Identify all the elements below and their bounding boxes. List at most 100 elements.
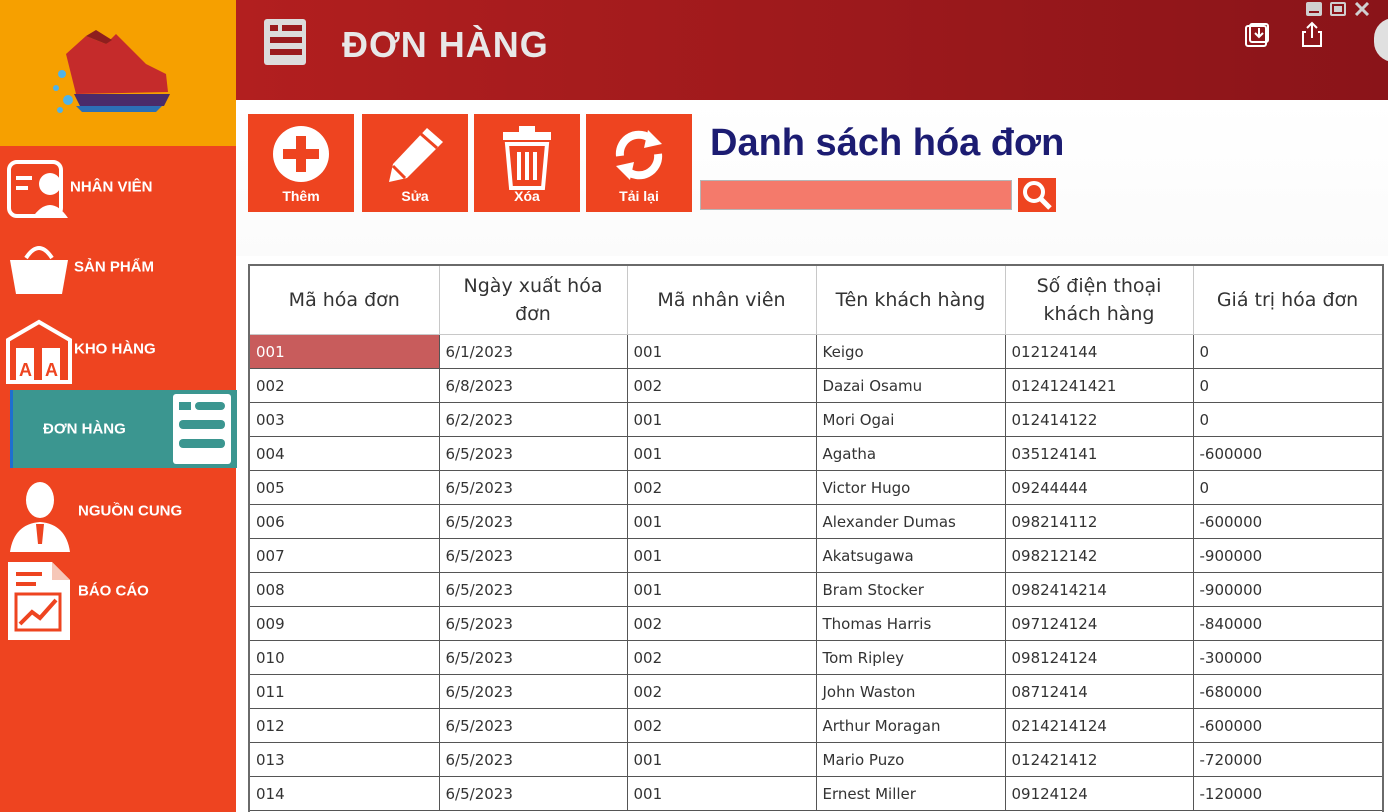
delete-button[interactable]: Xóa [474,114,580,212]
table-row[interactable]: 008 6/5/2023 001 Bram Stocker 0982414214 -900… [250,572,1382,607]
table-cell[interactable]: 6/5/2023 [439,436,628,471]
table-cell[interactable]: Ernest Miller [816,776,1006,811]
table-cell[interactable]: 0214214124 [1005,708,1194,743]
table-cell[interactable]: 001 [627,776,817,811]
table-cell[interactable]: Mario Puzo [816,742,1006,777]
table-cell[interactable]: Bram Stocker [816,572,1006,607]
minimize-icon[interactable] [1306,2,1322,16]
table-cell[interactable]: 09244444 [1005,470,1194,505]
table-row[interactable]: 005 6/5/2023 002 Victor Hugo 09244444 0 [250,470,1382,505]
table-cell[interactable]: 003 [250,402,440,437]
share-icon[interactable] [1300,20,1324,48]
table-cell[interactable]: -840000 [1193,606,1382,641]
table-cell[interactable]: 005 [250,470,440,505]
table-cell[interactable]: 6/5/2023 [439,742,628,777]
table-cell[interactable]: 001 [627,436,817,471]
table-cell[interactable]: 001 [627,538,817,573]
table-cell[interactable]: 0 [1193,368,1382,403]
table-cell[interactable]: 6/1/2023 [439,334,628,369]
table-cell[interactable]: 007 [250,538,440,573]
close-icon[interactable] [1354,2,1370,16]
table-cell[interactable]: John Waston [816,674,1006,709]
table-cell[interactable]: 097124124 [1005,606,1194,641]
table-cell[interactable]: 6/5/2023 [439,572,628,607]
sidebar-item-nguon-cung[interactable]: NGUỒN CUNG [0,472,236,552]
sidebar-item-bao-cao[interactable]: BÁO CÁO [0,552,236,640]
column-header[interactable]: Tên khách hàng [816,266,1006,335]
table-cell[interactable]: 035124141 [1005,436,1194,471]
table-cell[interactable]: 6/2/2023 [439,402,628,437]
table-cell[interactable]: 012124144 [1005,334,1194,369]
maximize-icon[interactable] [1330,2,1346,16]
table-cell[interactable]: 0982414214 [1005,572,1194,607]
table-cell[interactable]: 001 [627,572,817,607]
table-cell[interactable]: 001 [627,742,817,777]
sidebar-item-san-pham[interactable]: SẢN PHẨM [0,228,236,306]
table-row[interactable]: 009 6/5/2023 002 Thomas Harris 097124124 -840… [250,606,1382,641]
table-row[interactable]: 014 6/5/2023 001 Ernest Miller 09124124 -1200… [250,776,1382,811]
sidebar-item-nhan-vien[interactable]: NHÂN VIÊN [0,148,236,226]
table-row[interactable]: 010 6/5/2023 002 Tom Ripley 098124124 -300000 [250,640,1382,675]
table-row[interactable]: 011 6/5/2023 002 John Waston 08712414 -680000 [250,674,1382,709]
table-row[interactable]: 013 6/5/2023 001 Mario Puzo 012421412 -720000 [250,742,1382,777]
table-cell[interactable]: 002 [627,368,817,403]
table-cell[interactable]: 006 [250,504,440,539]
table-cell[interactable]: 011 [250,674,440,709]
table-cell[interactable]: -900000 [1193,572,1382,607]
table-cell[interactable]: 6/5/2023 [439,470,628,505]
table-cell[interactable]: 014 [250,776,440,811]
table-cell[interactable]: 6/8/2023 [439,368,628,403]
table-row[interactable]: 004 6/5/2023 001 Agatha 035124141 -600000 [250,436,1382,471]
table-cell[interactable]: Dazai Osamu [816,368,1006,403]
table-cell[interactable]: 098214112 [1005,504,1194,539]
table-cell[interactable]: 012 [250,708,440,743]
table-row[interactable]: 006 6/5/2023 001 Alexander Dumas 098214112 -6… [250,504,1382,539]
sidebar-item-kho-hang[interactable]: A A KHO HÀNG [0,310,236,388]
table-cell[interactable]: -720000 [1193,742,1382,777]
table-cell[interactable]: 001 [627,504,817,539]
column-header[interactable]: Số điện thoại khách hàng [1005,266,1194,335]
table-cell[interactable]: Arthur Moragan [816,708,1006,743]
table-cell[interactable]: 008 [250,572,440,607]
table-cell[interactable]: 001 [627,334,817,369]
table-cell[interactable]: 002 [627,640,817,675]
table-cell[interactable]: 08712414 [1005,674,1194,709]
window-edge-button[interactable] [1374,18,1388,62]
table-cell[interactable]: 01241241421 [1005,368,1194,403]
search-button[interactable] [1018,178,1056,212]
table-cell[interactable]: 6/5/2023 [439,776,628,811]
table-cell[interactable]: Keigo [816,334,1006,369]
table-cell[interactable]: 6/5/2023 [439,640,628,675]
table-row[interactable]: 001 6/1/2023 001 Keigo 012124144 0 [250,334,1382,369]
table-cell[interactable]: 6/5/2023 [439,504,628,539]
table-cell[interactable]: 009 [250,606,440,641]
table-cell[interactable]: 001 [250,334,440,369]
table-cell[interactable]: Tom Ripley [816,640,1006,675]
table-cell[interactable]: -120000 [1193,776,1382,811]
table-cell[interactable]: Thomas Harris [816,606,1006,641]
table-cell[interactable]: -300000 [1193,640,1382,675]
table-cell[interactable]: 09124124 [1005,776,1194,811]
table-cell[interactable]: -900000 [1193,538,1382,573]
table-cell[interactable]: 013 [250,742,440,777]
table-cell[interactable]: 0 [1193,402,1382,437]
table-cell[interactable]: Victor Hugo [816,470,1006,505]
table-cell[interactable]: Akatsugawa [816,538,1006,573]
column-header[interactable]: Mã hóa đơn [250,266,440,335]
table-cell[interactable]: 002 [627,470,817,505]
column-header[interactable]: Giá trị hóa đơn [1193,266,1382,335]
table-cell[interactable]: 002 [250,368,440,403]
table-cell[interactable]: 0 [1193,470,1382,505]
table-row[interactable]: 003 6/2/2023 001 Mori Ogai 012414122 0 [250,402,1382,437]
column-header[interactable]: Ngày xuất hóa đơn [439,266,628,335]
table-cell[interactable]: 098124124 [1005,640,1194,675]
table-cell[interactable]: 010 [250,640,440,675]
sidebar-item-don-hang[interactable]: ĐƠN HÀNG [10,390,237,468]
table-cell[interactable]: -600000 [1193,708,1382,743]
table-cell[interactable]: 002 [627,708,817,743]
table-cell[interactable]: Mori Ogai [816,402,1006,437]
search-input[interactable] [700,180,1012,210]
column-header[interactable]: Mã nhân viên [627,266,817,335]
table-cell[interactable]: 6/5/2023 [439,606,628,641]
table-cell[interactable]: 012421412 [1005,742,1194,777]
